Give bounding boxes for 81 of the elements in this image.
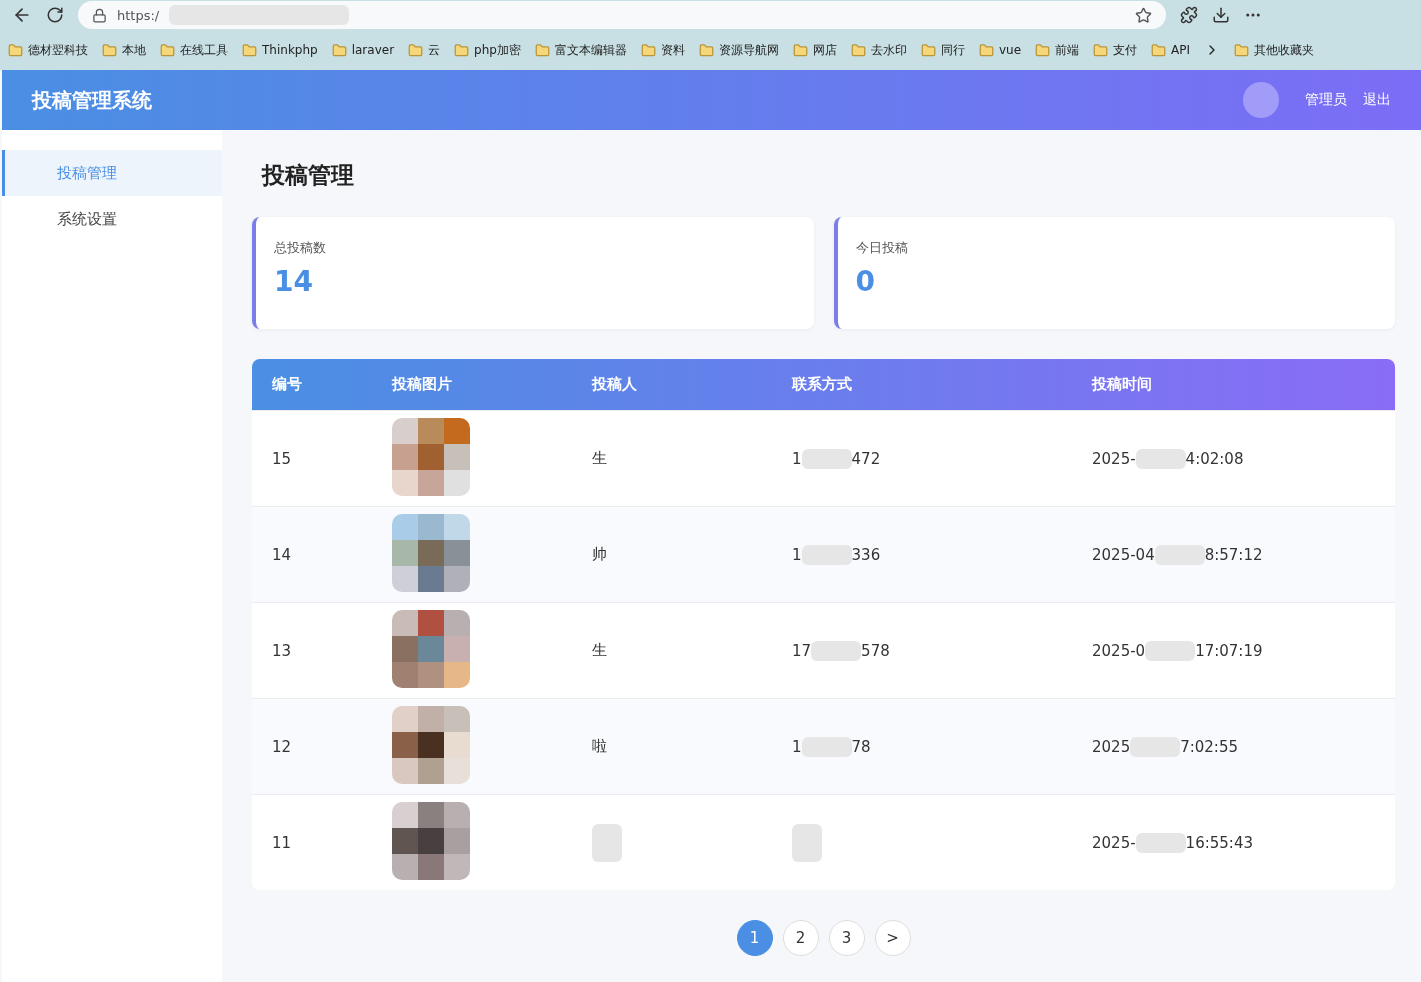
id-cell-text: 13 <box>272 641 293 660</box>
redaction-mark <box>792 823 822 862</box>
folder-icon <box>920 42 936 58</box>
time-cell-text: 2025- 16:55:43 <box>1092 832 1254 853</box>
app-title: 投稿管理系统 <box>32 86 153 114</box>
id-cell-text: 12 <box>272 737 293 756</box>
bookmark-item[interactable]: 其他收藏夹 <box>1234 41 1314 59</box>
bookmark-item[interactable]: php加密 <box>454 41 521 59</box>
column-header: 投稿时间 <box>1092 375 1153 394</box>
bookmark-item[interactable]: 前端 <box>1035 41 1079 59</box>
time-cell-text: 2025-04 8:57:12 <box>1092 544 1264 565</box>
column-header: 编号 <box>272 375 303 394</box>
phone-cell-text: 1 78 <box>792 736 872 757</box>
bookmark-item[interactable]: 富文本编辑器 <box>534 41 627 59</box>
page-title: 投稿管理 <box>262 161 355 190</box>
name-cell-text: 生 <box>592 641 608 660</box>
bookmark-item[interactable]: 同行 <box>920 41 965 59</box>
star-icon[interactable] <box>1135 6 1152 24</box>
logout-link[interactable]: 退出 <box>1363 91 1391 109</box>
bookmark-item[interactable]: 资源导航网 <box>698 41 779 59</box>
folder-icon <box>160 42 175 58</box>
name-cell-text: 帅 <box>592 545 608 564</box>
id-cell-text: 14 <box>272 545 293 564</box>
phone-cell-text: 1 336 <box>792 544 882 565</box>
download-icon[interactable] <box>1212 6 1230 24</box>
id-cell-text: 11 <box>272 833 293 852</box>
column-header: 联系方式 <box>792 375 853 394</box>
time-cell-text: 2025-0 17:07:19 <box>1092 640 1264 661</box>
bookmark-item[interactable]: 资料 <box>640 41 685 59</box>
bookmark-item[interactable]: 支付 <box>1093 41 1137 59</box>
folder-icon <box>331 42 347 58</box>
bookmark-item[interactable]: laraver <box>331 42 395 58</box>
time-cell-text: 2025- 4:02:08 <box>1092 448 1245 469</box>
bookmark-item[interactable]: Thinkphp <box>242 42 318 58</box>
folder-icon <box>454 42 470 58</box>
folder-icon <box>1234 42 1249 58</box>
reload-icon[interactable] <box>46 6 64 24</box>
name-cell-text: 啦 <box>592 737 608 756</box>
bookmark-item[interactable]: 德材翌科技 <box>8 41 88 59</box>
avatar <box>1243 82 1279 118</box>
folder-icon <box>1093 42 1108 58</box>
phone-cell-text: 17 578 <box>792 640 891 661</box>
folder-icon <box>792 42 808 58</box>
column-header: 投稿人 <box>592 375 638 394</box>
stat-value: 14 <box>274 265 314 298</box>
column-header: 投稿图片 <box>392 375 453 394</box>
folder-icon <box>242 42 257 58</box>
url-text: https:/ <box>117 7 160 23</box>
id-cell-text: 15 <box>272 449 293 468</box>
address-bar[interactable]: https:/ <box>78 1 1166 29</box>
bookmark-item[interactable]: 本地 <box>102 41 146 59</box>
bookmark-item[interactable]: 网店 <box>792 41 837 59</box>
folder-icon <box>8 42 23 58</box>
puzzle-icon[interactable] <box>1180 6 1198 24</box>
page-button[interactable]: 3 <box>828 920 865 956</box>
sidebar-item[interactable]: 系统设置 <box>2 196 222 242</box>
stat-value: 0 <box>855 265 876 298</box>
page-button[interactable]: > <box>874 920 911 956</box>
bookmark-item[interactable]: 在线工具 <box>160 41 228 59</box>
page-button[interactable]: 2 <box>782 920 819 956</box>
lock-icon <box>92 7 107 23</box>
bookmark-item[interactable]: 云 <box>408 41 441 59</box>
stat-label: 总投稿数 <box>274 239 327 257</box>
phone-cell-text: 1 472 <box>792 448 882 469</box>
folder-icon <box>102 42 117 58</box>
name-cell-text: 生 <box>592 449 608 468</box>
folder-icon <box>408 42 424 58</box>
folder-icon <box>1151 42 1166 58</box>
bookmark-item[interactable]: 去水印 <box>850 41 907 59</box>
bookmark-item[interactable]: vue <box>978 42 1021 58</box>
stat-label: 今日投稿 <box>855 239 909 257</box>
redaction-mark <box>592 823 622 862</box>
folder-icon <box>1035 42 1050 58</box>
user-name: 管理员 <box>1305 91 1347 109</box>
folder-icon <box>978 42 994 58</box>
bookmark-item[interactable]: API <box>1151 42 1190 58</box>
folder-icon <box>640 42 656 58</box>
folder-icon <box>534 42 550 58</box>
folder-icon <box>850 42 866 58</box>
folder-icon <box>698 42 714 58</box>
time-cell-text: 2025 7:02:55 <box>1092 736 1239 757</box>
